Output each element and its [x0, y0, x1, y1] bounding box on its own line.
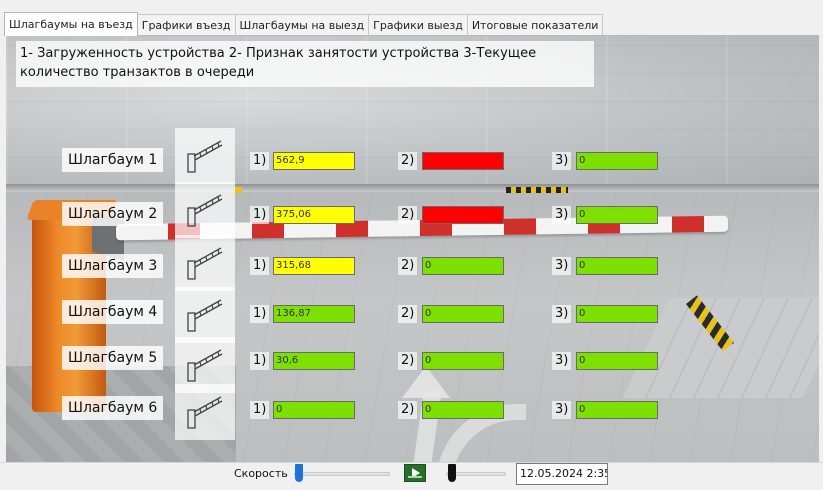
barrier-5-queue-label: 3)	[552, 352, 572, 370]
barrier-3-load-field: 315,68	[273, 257, 355, 275]
speed-label: Скорость	[234, 467, 288, 480]
barrier-icon-box-6	[175, 384, 235, 440]
barrier-2-queue-field: 0	[576, 206, 658, 224]
barrier-4-load-field: 136,87	[273, 305, 355, 323]
barrier-name-6: Шлагбаум 6	[62, 396, 164, 420]
tab-strip: Шлагбаумы на въезд Графики въезд Шлагбау…	[4, 12, 604, 36]
app-window: Шлагбаумы на въезд Графики въезд Шлагбау…	[0, 0, 823, 490]
datetime-field[interactable]: 12.05.2024 2:35:	[516, 463, 608, 485]
barrier-5-queue-field: 0	[576, 352, 658, 370]
barrier-4-load-label: 1)	[250, 305, 270, 323]
barrier-gate-icon	[187, 247, 223, 280]
tab-summary[interactable]: Итоговые показатели	[466, 14, 604, 36]
barrier-6-load-label: 1)	[250, 401, 270, 419]
barrier-5-load-field: 30,6	[273, 352, 355, 370]
barrier-2-queue-label: 3)	[552, 206, 572, 224]
barrier-gate-icon	[187, 194, 223, 227]
barrier-icon-box-2	[175, 182, 235, 238]
speed-slider-track[interactable]	[294, 472, 390, 476]
barrier-name-4: Шлагбаум 4	[62, 300, 164, 324]
barrier-1-busy-field	[422, 152, 504, 170]
tab-exit-barriers[interactable]: Шлагбаумы на выезд	[234, 14, 370, 36]
barrier-name-1: Шлагбаум 1	[62, 148, 164, 172]
legend-line-1: 1- Загруженность устройства 2- Признак з…	[20, 46, 537, 61]
barrier-name-3: Шлагбаум 3	[62, 254, 164, 278]
hazard-mark	[234, 187, 242, 193]
barrier-3-queue-field: 0	[576, 257, 658, 275]
speed-slider-thumb[interactable]	[295, 464, 303, 482]
tab-entry-barriers[interactable]: Шлагбаумы на въезд	[4, 12, 138, 36]
barrier-5-busy-label: 2)	[398, 352, 418, 370]
barrier-1-queue-label: 3)	[552, 152, 572, 170]
barrier-1-queue-field: 0	[576, 152, 658, 170]
barrier-4-busy-label: 2)	[398, 305, 418, 323]
barrier-5-load-label: 1)	[250, 352, 270, 370]
road-edge	[6, 184, 819, 192]
time-slider-thumb[interactable]	[448, 464, 456, 482]
barrier-icon-box-3	[175, 235, 235, 291]
barrier-icon-box-1	[175, 128, 235, 184]
barrier-1-busy-label: 2)	[398, 152, 418, 170]
barrier-2-busy-field	[422, 206, 504, 224]
barrier-3-load-label: 1)	[250, 257, 270, 275]
barrier-name-2: Шлагбаум 2	[62, 202, 164, 226]
barrier-4-busy-field: 0	[422, 305, 504, 323]
barrier-6-queue-field: 0	[576, 401, 658, 419]
road-arrow-head	[402, 366, 450, 398]
legend-panel: 1- Загруженность устройства 2- Признак з…	[16, 41, 594, 87]
barrier-gate-icon	[187, 396, 223, 429]
barrier-2-load-label: 1)	[250, 206, 270, 224]
barrier-6-queue-label: 3)	[552, 401, 572, 419]
hazard-stripes-wall	[506, 187, 568, 193]
barrier-2-busy-label: 2)	[398, 206, 418, 224]
tab-exit-charts[interactable]: Графики выезд	[368, 14, 468, 36]
play-button[interactable]	[404, 464, 426, 482]
barrier-6-busy-field: 0	[422, 401, 504, 419]
barrier-gate-icon	[187, 140, 223, 173]
barrier-6-load-field: 0	[273, 401, 355, 419]
barrier-2-load-field: 375,06	[273, 206, 355, 224]
barrier-icon-box-4	[175, 287, 235, 343]
barrier-4-queue-field: 0	[576, 305, 658, 323]
barrier-3-busy-field: 0	[422, 257, 504, 275]
barrier-1-load-label: 1)	[250, 152, 270, 170]
barrier-1-load-field: 562,9	[273, 152, 355, 170]
barrier-gate-icon	[187, 299, 223, 332]
legend-line-2: количество транзактов в очереди	[20, 65, 255, 80]
barrier-name-5: Шлагбаум 5	[62, 346, 164, 370]
tab-entry-charts[interactable]: Графики въезд	[136, 14, 236, 36]
barrier-3-queue-label: 3)	[552, 257, 572, 275]
barrier-3-busy-label: 2)	[398, 257, 418, 275]
barrier-4-queue-label: 3)	[552, 305, 572, 323]
play-icon	[412, 468, 420, 478]
barrier-gate-icon	[187, 349, 223, 382]
barrier-5-busy-field: 0	[422, 352, 504, 370]
barrier-6-busy-label: 2)	[398, 401, 418, 419]
